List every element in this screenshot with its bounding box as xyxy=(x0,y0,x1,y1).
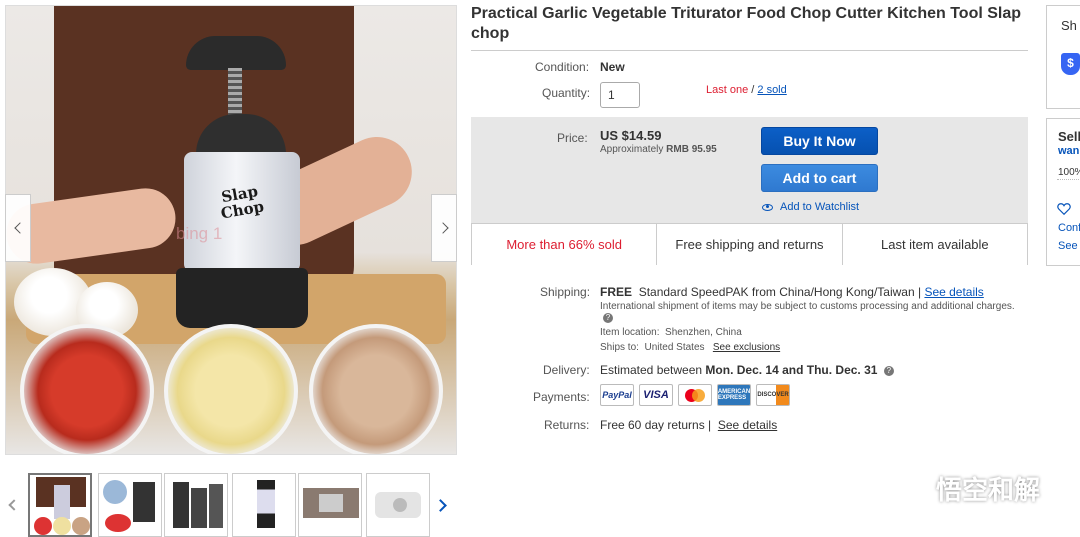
badge-free-shipping: Free shipping and returns xyxy=(657,224,843,265)
seller-feedback: 100% xyxy=(1058,167,1080,178)
visa-icon: VISA xyxy=(639,384,673,406)
price-approximate: Approximately RMB 95.95 xyxy=(600,144,717,155)
thumbnail-5[interactable] xyxy=(298,473,362,537)
panel-divider xyxy=(1057,179,1080,180)
condition-label: Condition: xyxy=(535,60,590,74)
thumbnail-next-icon[interactable] xyxy=(434,499,447,512)
chopper-spring xyxy=(228,68,242,118)
delivery-prefix: Estimated between xyxy=(600,363,703,377)
gallery-next-button[interactable] xyxy=(431,194,457,262)
price-label: Price: xyxy=(557,131,588,145)
item-location-value: Shenzhen, China xyxy=(665,327,742,338)
ships-to: Ships to: United States See exclusions xyxy=(600,342,780,353)
shield-icon: $ xyxy=(1061,53,1080,75)
condition-value: New xyxy=(600,60,625,74)
add-to-watchlist-link[interactable]: Add to Watchlist xyxy=(762,201,859,213)
chopper-base xyxy=(176,268,308,328)
buy-it-now-button[interactable]: Buy It Now xyxy=(761,127,878,155)
returns-value: Free 60 day returns | xyxy=(600,418,712,432)
title-divider xyxy=(471,50,1028,51)
ships-to-label: Ships to: xyxy=(600,342,639,353)
delivery-label: Delivery: xyxy=(543,363,590,377)
chevron-right-icon xyxy=(436,222,449,234)
delivery-dates: Mon. Dec. 14 and Thu. Dec. 31 xyxy=(705,363,878,377)
eye-icon xyxy=(762,203,773,211)
quantity-label: Quantity: xyxy=(542,86,591,100)
discover-icon: DISCOVER xyxy=(756,384,790,406)
shipping-line: FREE Standard SpeedPAK from China/Hong K… xyxy=(600,285,984,299)
bowl-chopped-onion xyxy=(309,324,443,454)
price-amount: US $14.59 xyxy=(600,128,662,143)
last-one-text: Last one xyxy=(706,84,749,96)
thumbnail-prev-icon[interactable] xyxy=(8,499,20,511)
paypal-icon: PayPal xyxy=(600,384,634,406)
stock-status: Last one / 2 sold xyxy=(706,84,787,96)
watchlist-label: Add to Watchlist xyxy=(780,201,860,213)
shipping-free: FREE xyxy=(600,285,633,299)
item-highlights: More than 66% sold Free shipping and ret… xyxy=(472,223,1027,265)
customs-note-text: International shipment of items may be s… xyxy=(600,301,1015,312)
contact-seller-link[interactable]: Conf xyxy=(1058,222,1080,234)
see-exclusions-link[interactable]: See exclusions xyxy=(713,342,780,353)
image-watermark: bing 1 xyxy=(176,224,223,243)
gallery-prev-button[interactable] xyxy=(5,194,31,262)
customs-note: International shipment of items may be s… xyxy=(600,301,1020,325)
buy-box-top xyxy=(471,117,1028,223)
ships-to-value: United States xyxy=(644,342,705,353)
thumbnail-6[interactable] xyxy=(366,473,430,537)
item-location-label: Item location: xyxy=(600,327,660,338)
shipping-see-details-link[interactable]: See details xyxy=(924,285,983,299)
mastercard-circles xyxy=(685,388,705,402)
wechat-watermark: 悟空和解 xyxy=(882,470,1040,507)
thumbnail-3[interactable] xyxy=(164,473,228,537)
wechat-icon xyxy=(882,472,927,504)
see-other-items-link[interactable]: See xyxy=(1058,240,1078,252)
info-icon[interactable]: ? xyxy=(603,313,613,324)
thumbnail-1[interactable] xyxy=(28,473,92,537)
bowl-chopped-chili xyxy=(20,324,154,454)
quantity-input[interactable] xyxy=(600,82,640,108)
thumbnail-4[interactable] xyxy=(232,473,296,537)
delivery-estimate: Estimated between Mon. Dec. 14 and Thu. … xyxy=(600,363,894,377)
thumbnail-2[interactable] xyxy=(98,473,162,537)
panel-title: Sh xyxy=(1061,18,1077,33)
approx-label: Approximately xyxy=(600,144,664,155)
stock-separator: / xyxy=(751,84,755,96)
heart-icon[interactable] xyxy=(1057,202,1071,216)
chopper-knob xyxy=(186,36,286,70)
sold-count-link[interactable]: 2 sold xyxy=(757,84,786,96)
payment-methods: PayPal VISA AMERICAN EXPRESS DISCOVER xyxy=(600,384,790,406)
bowl-chopped-garlic xyxy=(164,324,298,454)
item-title: Practical Garlic Vegetable Triturator Fo… xyxy=(471,5,1022,42)
returns-see-details-link[interactable]: See details xyxy=(718,418,777,432)
seller-name-link[interactable]: wan xyxy=(1058,145,1079,157)
main-product-image[interactable]: Slap Chop bing 1 xyxy=(5,5,457,455)
shipping-label: Shipping: xyxy=(540,285,591,299)
amex-icon: AMERICAN EXPRESS xyxy=(717,384,751,406)
approx-value: RMB 95.95 xyxy=(666,144,717,155)
add-to-cart-button[interactable]: Add to cart xyxy=(761,164,878,192)
shipping-service: Standard SpeedPAK from China/Hong Kong/T… xyxy=(638,285,922,299)
watermark-text: 悟空和解 xyxy=(936,475,1041,505)
payments-label: Payments: xyxy=(533,390,590,404)
item-location: Item location: Shenzhen, China xyxy=(600,327,742,338)
chevron-left-icon xyxy=(13,222,26,234)
mastercard-icon xyxy=(678,384,712,406)
seller-panel-title: Sell xyxy=(1058,129,1080,144)
thumbnail-strip xyxy=(0,473,460,537)
badge-sold-percentage: More than 66% sold xyxy=(472,224,658,265)
returns-label: Returns: xyxy=(544,418,590,432)
info-icon[interactable]: ? xyxy=(883,365,894,376)
badge-last-item: Last item available xyxy=(880,237,989,252)
returns-info: Free 60 day returns | See details xyxy=(600,418,777,432)
seller-info-panel: Sell wan 100% Conf See xyxy=(1046,118,1080,266)
